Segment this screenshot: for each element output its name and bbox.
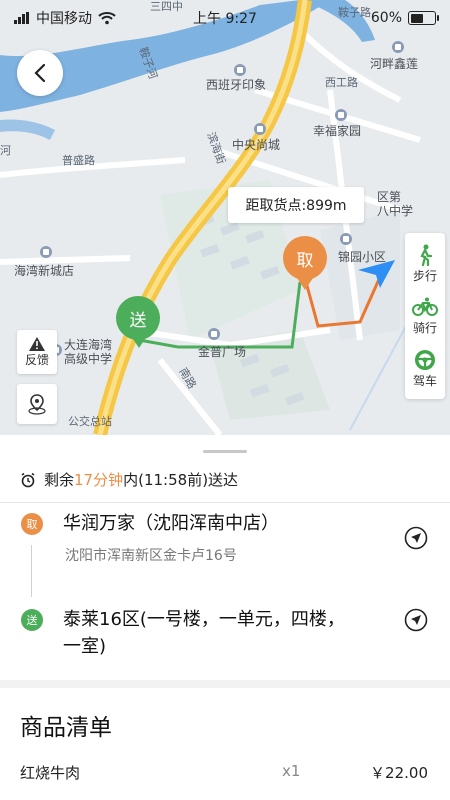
poi-haiwan[interactable]: 海湾新城店 <box>14 246 75 278</box>
poi-label: 金普广场 <box>198 345 247 359</box>
poi-zhongyang[interactable]: 中央尚城 <box>232 123 281 152</box>
mode-bicycle-label: 骑行 <box>412 321 437 336</box>
poi-pin-icon <box>254 123 266 135</box>
item-name: 红烧牛肉 <box>20 764 81 782</box>
map-view[interactable]: 西班牙印象 中央尚城 幸福家园 河畔鑫莲 海湾新城店 大连海湾 高级中学 金普广场… <box>0 0 450 435</box>
poi-label: 幸福家园 <box>313 124 362 138</box>
pickup-store-name: 华润万家（沈阳浑南中店） <box>63 513 279 534</box>
poi-label: 西班牙印象 <box>206 78 267 92</box>
poi-hepan[interactable]: 河畔鑫莲 <box>370 41 419 71</box>
poi-pin-icon <box>40 246 52 258</box>
order-delivery-screen: 西班牙印象 中央尚城 幸福家园 河畔鑫莲 海湾新城店 大连海湾 高级中学 金普广场… <box>0 0 450 800</box>
poi-label-2: 高级中学 <box>64 352 113 366</box>
mode-walk-label: 步行 <box>412 268 437 283</box>
item-price: ￥22.00 <box>370 764 428 782</box>
mode-walk[interactable]: 步行 <box>411 243 439 284</box>
poi-label: 中央尚城 <box>232 138 281 152</box>
time-remaining: 17分钟 <box>74 471 124 489</box>
delivery-marker[interactable]: 送 <box>116 296 160 340</box>
steering-wheel-icon <box>411 348 439 372</box>
item-qty: x1 <box>282 762 301 780</box>
poi-pin-icon <box>340 233 352 245</box>
delivery-address-line1: 泰莱16区(一号楼，一单元，四楼， <box>63 609 345 630</box>
poi-label: 海湾新城店 <box>14 264 75 278</box>
chevron-left-icon <box>34 63 46 83</box>
road-label-he: 河 <box>0 144 11 157</box>
poi-jinpu[interactable]: 金普广场 <box>198 328 247 359</box>
poi-jinyuan[interactable]: 锦园小区 <box>338 233 387 264</box>
alarm-clock-icon <box>21 472 35 487</box>
road-label-xigong: 西工路 <box>325 76 358 89</box>
pickup-badge: 取 <box>21 513 43 535</box>
battery-icon <box>408 11 439 25</box>
road-label-jiaotong: 公交总站 <box>68 415 112 428</box>
travel-mode-panel: 步行 骑行 驾车 <box>405 233 445 399</box>
feedback-button[interactable]: 反馈 <box>17 330 57 374</box>
battery-percent: 60% <box>370 10 402 26</box>
items-title: 商品清单 <box>20 715 112 741</box>
poi-label: 大连海湾 <box>64 338 113 352</box>
poi-pin-icon <box>335 109 347 121</box>
poi-xingfu[interactable]: 幸福家园 <box>313 109 362 138</box>
delivery-badge: 送 <box>21 609 43 631</box>
pickup-navigate-icon[interactable] <box>404 526 428 550</box>
delivery-address-line2: 一室) <box>63 636 107 657</box>
delivery-time-notice: 剩余17分钟内(11:58前)送达 <box>20 469 238 490</box>
mode-bicycle[interactable]: 骑行 <box>411 295 439 336</box>
back-button[interactable] <box>17 50 63 96</box>
delivery-navigate-icon[interactable] <box>404 608 428 632</box>
location-icon <box>28 394 46 415</box>
warning-icon <box>29 336 45 351</box>
pickup-address: 沈阳市浑南新区金卡卢16号 <box>65 548 237 564</box>
item-row: 红烧牛肉 x1 ￥22.00 <box>20 762 430 783</box>
time-suffix: 内(11:58前)送达 <box>123 471 239 489</box>
poi-diyi[interactable]: 区第 八中学 <box>377 190 413 218</box>
time-prefix: 剩余 <box>44 471 75 489</box>
poi-dalian[interactable]: 大连海湾 高级中学 <box>50 338 113 366</box>
poi-pin-icon <box>234 64 246 76</box>
road-label-puyan: 普盛路 <box>62 154 95 167</box>
divider <box>0 502 450 503</box>
pickup-marker[interactable]: 取 <box>283 236 327 280</box>
signal-icon <box>14 12 29 24</box>
poi-label: 锦园小区 <box>338 250 387 264</box>
poi-label: 河畔鑫莲 <box>370 57 419 71</box>
mode-drive[interactable]: 驾车 <box>411 348 439 389</box>
status-bar: 中国移动 上午 9:27 60% <box>0 0 450 36</box>
locate-button[interactable] <box>17 384 57 424</box>
poi-pin-icon <box>392 41 404 53</box>
distance-to-pickup-label: 距取货点:899m <box>228 187 364 223</box>
sheet-drag-handle[interactable] <box>203 450 247 453</box>
mode-drive-label: 驾车 <box>412 374 437 389</box>
section-divider <box>0 680 450 688</box>
carrier-name: 中国移动 <box>36 11 92 27</box>
bicycle-icon <box>411 295 439 319</box>
poi-label-2: 八中学 <box>377 204 414 218</box>
poi-xibanya[interactable]: 西班牙印象 <box>206 64 267 92</box>
walk-icon <box>411 243 439 267</box>
poi-label: 区第 <box>377 190 402 204</box>
feedback-label: 反馈 <box>24 352 49 367</box>
wifi-icon <box>98 12 116 25</box>
poi-pin-icon <box>208 328 220 340</box>
route-connector-line <box>31 545 32 597</box>
